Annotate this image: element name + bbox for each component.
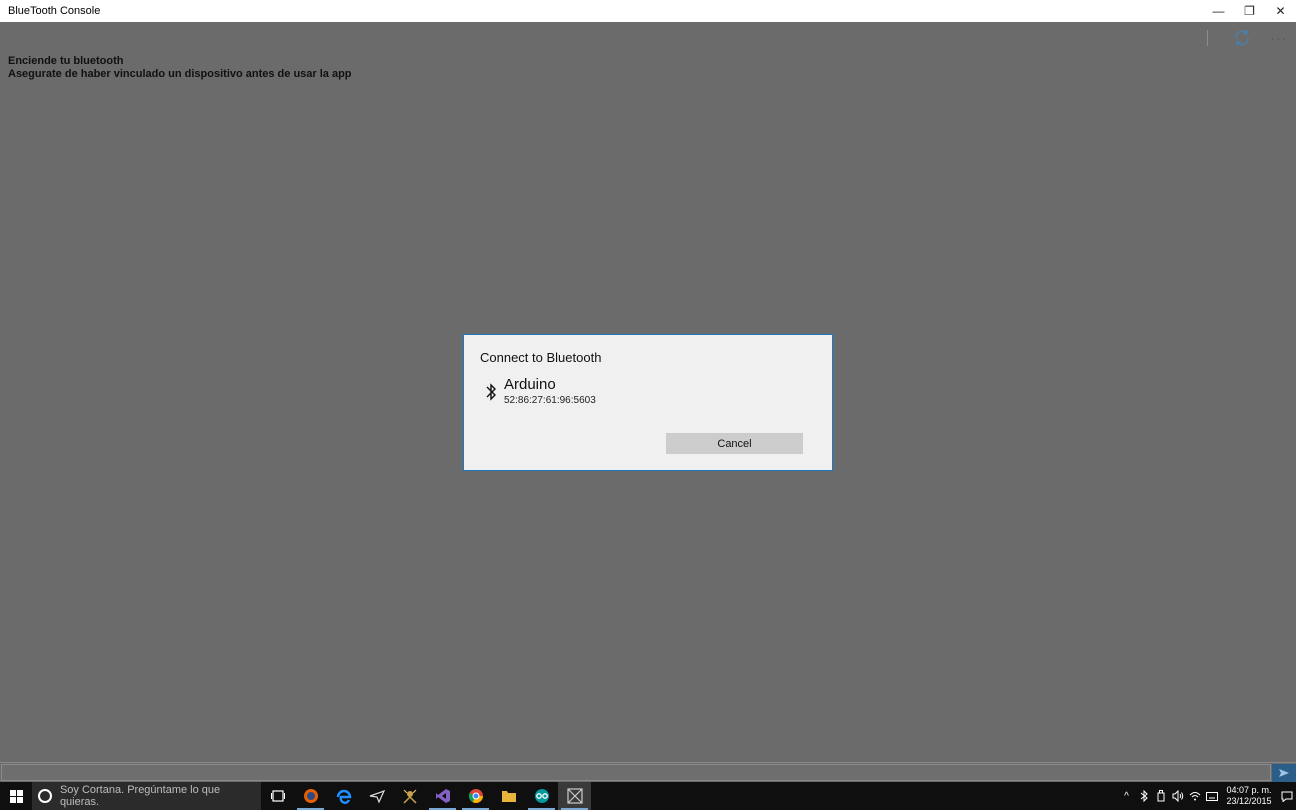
chrome-icon — [468, 789, 483, 803]
device-list-item[interactable]: Arduino 52:86:27:61:96:5603 — [484, 376, 596, 406]
taskbar-firefox[interactable] — [294, 782, 327, 810]
taskbar-app-4[interactable] — [393, 782, 426, 810]
cortana-icon — [38, 789, 52, 803]
connect-dialog: Connect to Bluetooth Arduino 52:86:27:61… — [463, 334, 833, 471]
arduino-icon — [534, 789, 549, 803]
visual-studio-icon — [435, 789, 450, 803]
taskbar-clock[interactable]: 04:07 p. m. 23/12/2015 — [1224, 785, 1274, 807]
show-hidden-icons-button[interactable]: ^ — [1118, 782, 1135, 810]
message-bluetooth-on: Enciende tu bluetooth — [8, 55, 124, 67]
tray-volume[interactable] — [1169, 782, 1186, 810]
plane-icon — [369, 790, 385, 804]
folder-icon — [501, 791, 516, 802]
taskbar-arduino[interactable] — [525, 782, 558, 810]
refresh-button[interactable] — [1222, 22, 1262, 54]
usb-icon — [1157, 790, 1164, 802]
tray-keyboard[interactable] — [1203, 782, 1220, 810]
tray-usb[interactable] — [1152, 782, 1169, 810]
status-messages: Enciende tu bluetooth Asegurate de haber… — [8, 55, 352, 81]
device-name: Arduino — [504, 376, 556, 393]
action-center-button[interactable] — [1278, 791, 1296, 802]
taskbar: Soy Cortana. Pregúntame lo que quieras. — [0, 782, 1296, 810]
firefox-icon — [303, 789, 318, 803]
edge-icon — [336, 789, 351, 804]
more-options-button[interactable]: ··· — [1262, 22, 1296, 54]
bluetooth-icon — [486, 383, 496, 401]
bluetooth-console-icon — [566, 788, 583, 804]
command-separator — [1207, 30, 1208, 46]
keyboard-icon — [1205, 791, 1218, 801]
character-icon — [402, 789, 417, 804]
wifi-icon — [1189, 792, 1200, 801]
device-address: 52:86:27:61:96:5603 — [504, 395, 596, 406]
send-icon — [1279, 769, 1289, 777]
cortana-search-box[interactable]: Soy Cortana. Pregúntame lo que quieras. — [32, 782, 261, 810]
command-bar: ··· — [1207, 22, 1296, 54]
message-input[interactable] — [1, 764, 1271, 781]
bluetooth-tray-icon — [1140, 790, 1148, 802]
clock-date: 23/12/2015 — [1226, 796, 1272, 806]
taskbar-chrome[interactable] — [459, 782, 492, 810]
taskbar-bluetooth-console[interactable] — [558, 782, 591, 810]
system-tray: ^ 04:07 p. m. 23/12/2015 — [1118, 782, 1296, 810]
task-view-icon — [270, 790, 285, 802]
message-input-bar — [0, 762, 1296, 782]
app-content: ··· Enciende tu bluetooth Asegurate de h… — [0, 22, 1296, 762]
window-titlebar: BlueTooth Console — ❐ ✕ — [0, 0, 1296, 22]
send-button[interactable] — [1272, 764, 1296, 782]
volume-icon — [1172, 790, 1183, 802]
start-button[interactable] — [0, 782, 32, 810]
windows-icon — [9, 789, 23, 803]
cortana-placeholder: Soy Cortana. Pregúntame lo que quieras. — [59, 784, 221, 808]
task-view-button[interactable] — [261, 782, 294, 810]
window-title: BlueTooth Console — [8, 5, 101, 17]
device-info: Arduino 52:86:27:61:96:5603 — [504, 376, 596, 406]
dialog-title: Connect to Bluetooth — [480, 350, 602, 365]
minimize-button[interactable]: — — [1203, 0, 1234, 22]
clock-time: 04:07 p. m. — [1226, 785, 1272, 795]
taskbar-file-explorer[interactable] — [492, 782, 525, 810]
close-button[interactable]: ✕ — [1265, 0, 1296, 22]
tray-wifi[interactable] — [1186, 782, 1203, 810]
notification-icon — [1281, 791, 1293, 802]
refresh-icon — [1235, 30, 1249, 46]
taskbar-app-3[interactable] — [360, 782, 393, 810]
taskbar-edge[interactable] — [327, 782, 360, 810]
cancel-button[interactable]: Cancel — [666, 433, 803, 454]
tray-bluetooth[interactable] — [1135, 782, 1152, 810]
taskbar-visual-studio[interactable] — [426, 782, 459, 810]
restore-button[interactable]: ❐ — [1234, 0, 1265, 22]
message-pair-device: Asegurate de haber vinculado un disposit… — [8, 68, 352, 80]
